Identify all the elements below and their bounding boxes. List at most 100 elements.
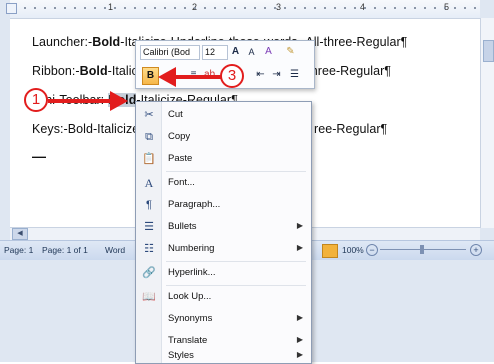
ruler-tick [154,7,156,9]
lookup-icon: 📖 [142,291,156,303]
bold-word: Bold [92,35,121,49]
menu-item-label: Styles [168,350,194,361]
status-page-of[interactable]: Page: 1 of 1 [42,245,88,255]
line-label: Launcher:- [32,35,93,49]
menu-item-label: Hyperlink... [168,267,216,278]
ruler-tick [394,7,396,9]
ruler-tick [374,7,376,9]
menu-item-label: Cut [168,109,183,120]
ruler-tick [74,7,76,9]
ruler-tick [474,7,476,9]
status-page[interactable]: Page: 1 [4,245,33,255]
submenu-arrow-icon: ▶ [296,313,303,322]
doc-line-keys-tail: ree-Regular¶ [314,122,387,136]
ruler-tick [94,7,96,9]
ruler-tick [124,7,126,9]
ruler-tick [84,7,86,9]
menu-item-label: Bullets [168,221,197,232]
ruler-tick [344,7,346,9]
copy-icon: ⧉ [145,131,153,143]
increase-indent-icon[interactable]: ⇥ [269,67,284,82]
ruler-tick [214,7,216,9]
ruler-tick [304,7,306,9]
ruler-tick [364,7,366,9]
paste-icon: 📋 [142,153,156,165]
menu-item-label: Paragraph... [168,199,221,210]
decrease-indent-icon[interactable]: ⇤ [253,67,268,82]
arrow-3-icon [158,67,222,87]
ruler-tick [324,7,326,9]
line-mid: -Italic [107,64,138,78]
menu-item-synonyms[interactable]: Synonyms ▶ [136,308,311,330]
ruler-tick [424,7,426,9]
menu-item-label: Translate [168,335,208,346]
ruler-tick [254,7,256,9]
menu-item-hyperlink[interactable]: 🔗 Hyperlink... [136,262,311,284]
ruler-tick [434,7,436,9]
zoom-slider-thumb[interactable] [420,245,424,254]
doc-line-ribbon: Ribbon:-Bold-Italic [32,64,138,78]
ruler-tick [194,7,196,9]
tab-selector-icon[interactable] [6,3,17,14]
ruler-tick [454,7,456,9]
zoom-level[interactable]: 100% [342,245,364,255]
menu-item-label: Synonyms [168,313,213,324]
format-painter-icon[interactable]: ✎ [283,44,298,59]
ruler-number: 1 [108,2,114,12]
grow-font-icon[interactable]: A [228,44,243,59]
menu-item-label: Font... [168,177,195,188]
vertical-scrollbar[interactable] [480,18,494,228]
menu-item-label: Paste [168,153,193,164]
horizontal-ruler[interactable]: 12345 [10,0,480,19]
menu-item-paste[interactable]: 📋 Paste [136,148,311,170]
menu-item-numbering[interactable]: ☷ Numbering ▶ [136,238,311,260]
ruler-tick [54,7,56,9]
menu-item-styles[interactable]: Styles ▶ [136,348,311,363]
ruler-tick [104,7,106,9]
ruler-tick [24,7,26,9]
zoom-in-icon[interactable]: + [470,244,482,256]
ruler-tick [204,7,206,9]
context-menu: ✂ Cut ⧉ Copy 📋 Paste A Font... ¶ Paragra… [135,101,312,364]
menu-item-paragraph[interactable]: ¶ Paragraph... [136,194,311,216]
line-label: Ribbon:- [32,64,80,78]
ruler-tick [354,7,356,9]
status-words[interactable]: Word [105,245,125,255]
line-tail: -three-Regular¶ [303,64,392,78]
shrink-font-icon[interactable]: A [244,45,259,60]
menu-item-look-up[interactable]: 📖 Look Up... [136,286,311,308]
arrow-1-icon [48,91,128,111]
zoom-out-icon[interactable]: − [366,244,378,256]
menu-item-cut[interactable]: ✂ Cut [136,104,311,126]
doc-line-keys: Keys:-Bold-Italicize [32,122,139,136]
vertical-scroll-thumb[interactable] [483,40,494,62]
menu-item-bullets[interactable]: ☰ Bullets ▶ [136,216,311,238]
font-name-box[interactable]: Calibri (Bod [140,45,200,60]
ruler-tick [334,7,336,9]
ruler-tick [444,7,446,9]
ruler-tick [284,7,286,9]
submenu-arrow-icon: ▶ [296,350,303,359]
scroll-left-icon[interactable]: ◀ [12,228,28,240]
menu-item-label: Copy [168,131,191,142]
menu-item-copy[interactable]: ⧉ Copy [136,126,311,148]
bullets-toolbar-icon[interactable]: ☰ [287,67,302,82]
menu-item-font[interactable]: A Font... [136,172,311,194]
ruler-tick [134,7,136,9]
view-mode-icon[interactable] [322,244,338,258]
line-label: Keys:-Bold-Italicize [32,122,140,136]
ruler-number: 3 [276,2,282,12]
bullets-icon: ☰ [144,221,154,233]
scissors-icon: ✂ [144,109,154,121]
ruler-tick [294,7,296,9]
bold-word: Bold [79,64,108,78]
bold-button[interactable]: B [142,67,159,85]
font-size-box[interactable]: 12 [202,45,228,60]
callout-3: 3 [220,64,244,88]
menu-item-label: Numbering [168,243,215,254]
ruler-tick [264,7,266,9]
ruler-tick [164,7,166,9]
line-tail: ree-Regular¶ [314,122,388,136]
submenu-arrow-icon: ▶ [296,221,303,230]
text-color-icon[interactable]: A [261,44,276,59]
